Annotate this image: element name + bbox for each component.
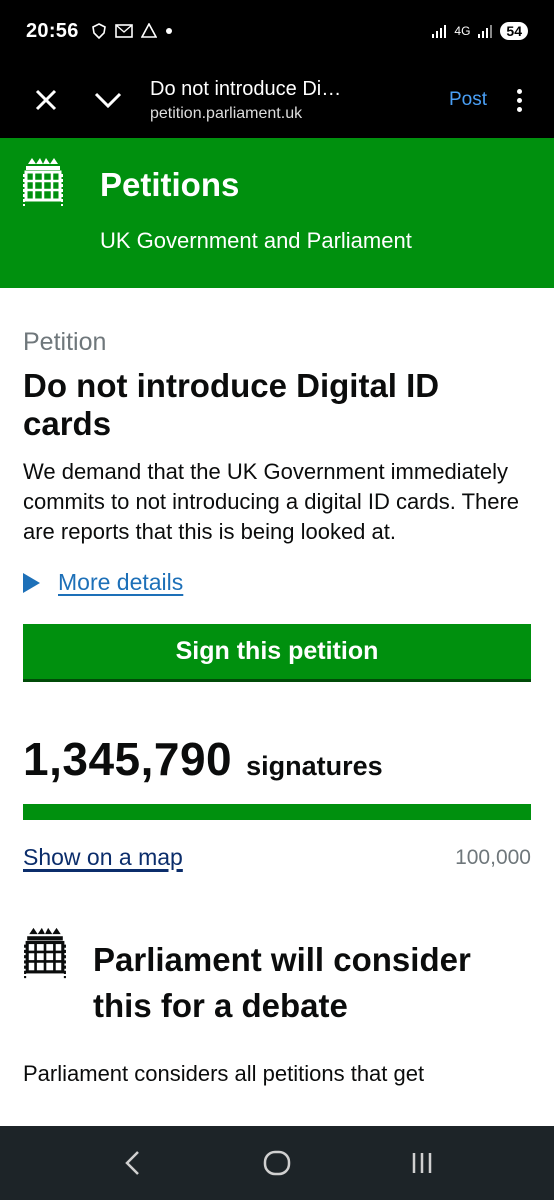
signature-count: 1,345,790 [23, 733, 233, 785]
browser-url: petition.parliament.uk [150, 104, 303, 122]
chevron-down-icon [94, 92, 122, 109]
site-header: Petitions UK Government and Parliament [0, 138, 554, 288]
debate-title: Parliament will consider this for a deba… [93, 941, 471, 1024]
status-time: 20:56 [26, 19, 79, 42]
status-bar: 20:56 4G 54 [0, 0, 554, 62]
portcullis-icon [24, 927, 66, 979]
notification-icons [91, 23, 173, 39]
dot-icon [165, 28, 172, 34]
petition-content: Petition Do not introduce Digital ID car… [23, 288, 531, 1089]
debate-text: Parliament considers all petitions that … [23, 1061, 425, 1086]
recents-icon [412, 1153, 431, 1173]
close-icon [35, 89, 57, 111]
signal-icon [432, 25, 447, 38]
close-button[interactable] [26, 88, 66, 112]
network-label: 4G [454, 24, 471, 38]
petition-caption: Petition [23, 328, 107, 356]
mail-icon [114, 24, 133, 38]
post-button[interactable]: Post [449, 89, 487, 111]
debate-section: Parliament will consider this for a deba… [23, 925, 531, 1055]
more-details-toggle[interactable]: More details [23, 569, 531, 596]
collapse-button[interactable] [88, 91, 128, 109]
show-on-map-link[interactable]: Show on a map [23, 844, 183, 871]
signature-label: signatures [246, 751, 383, 781]
petition-title: Do not introduce Digital ID cards [23, 367, 440, 442]
system-nav-bar [0, 1126, 554, 1200]
signature-count-row: 1,345,790 signatures [23, 732, 531, 786]
shield-icon [91, 23, 106, 39]
home-button[interactable] [247, 1143, 307, 1183]
portcullis-icon [23, 158, 63, 206]
site-name[interactable]: Petitions [100, 166, 239, 204]
signature-progress-fill [23, 804, 531, 820]
browser-toolbar: Do not introduce Di… petition.parliament… [0, 62, 554, 138]
back-icon [125, 1151, 140, 1175]
battery-icon: 54 [500, 22, 528, 40]
warning-icon [140, 23, 157, 38]
triangle-right-icon [23, 572, 40, 593]
home-icon [263, 1150, 291, 1176]
debate-threshold: 100,000 [455, 845, 531, 869]
more-details-link[interactable]: More details [58, 569, 183, 596]
status-right: 4G 54 [431, 22, 528, 40]
back-button[interactable] [102, 1143, 162, 1183]
sign-petition-button[interactable]: Sign this petition [23, 624, 531, 682]
signal-icon-2 [478, 25, 493, 38]
map-row: Show on a map 100,000 [23, 844, 531, 871]
browser-page-title: Do not introduce Di… [150, 77, 342, 100]
petition-description: We demand that the UK Government immedia… [23, 459, 520, 544]
site-subtitle: UK Government and Parliament [100, 228, 412, 253]
signature-progress-bar [23, 804, 531, 820]
more-options-icon[interactable] [517, 88, 522, 112]
recents-button[interactable] [392, 1143, 452, 1183]
url-block[interactable]: Do not introduce Di… petition.parliament… [150, 78, 380, 123]
